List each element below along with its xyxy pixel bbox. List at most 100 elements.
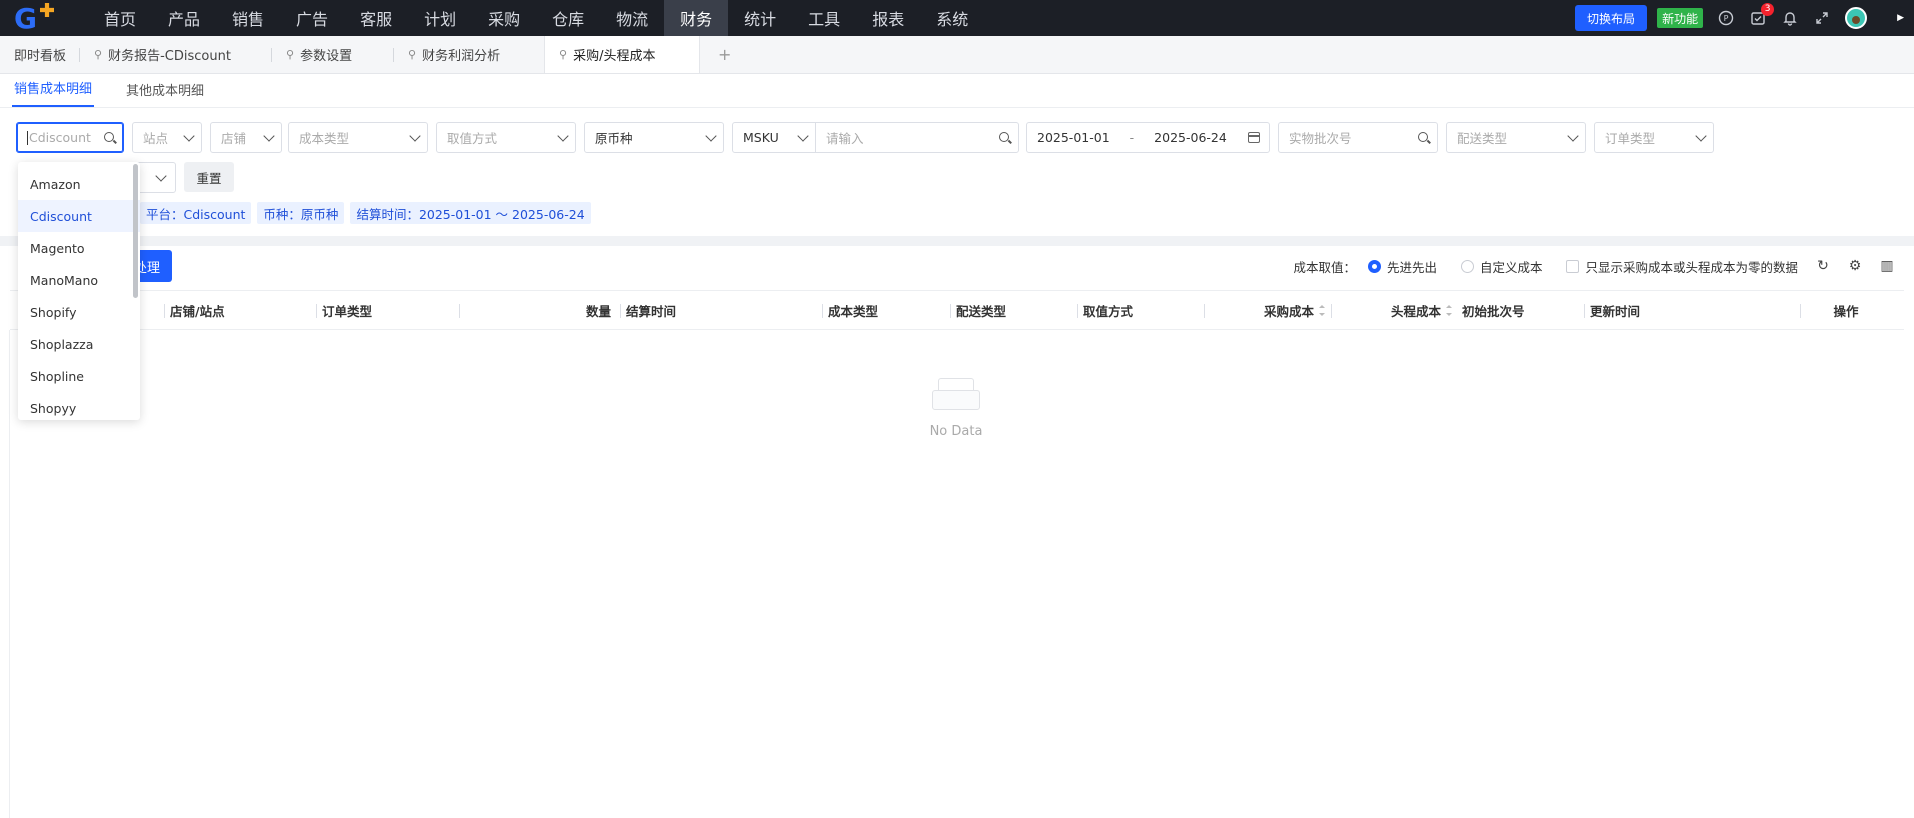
nav-finance[interactable]: 财务	[664, 0, 729, 36]
tab-dashboard[interactable]: 即时看板	[0, 36, 81, 73]
chevron-down-icon	[263, 130, 275, 142]
nav-purchase[interactable]: 采购	[472, 0, 536, 36]
app-logo[interactable]: G	[14, 3, 58, 33]
nav-ads[interactable]: 广告	[280, 0, 344, 36]
chevron-down-icon	[797, 130, 809, 142]
col-delivery-type: 配送类型	[949, 291, 1006, 329]
date-range-picker[interactable]: 2025-01-01 - 2025-06-24	[1026, 122, 1270, 153]
platform-select[interactable]: Cdiscount	[16, 122, 124, 153]
order-type-select[interactable]: 订单类型	[1594, 122, 1714, 153]
col-purchase-cost[interactable]: 采购成本	[1204, 291, 1326, 329]
notification-badge: 3	[1761, 3, 1775, 16]
platform-dropdown: Amazon Cdiscount Magento ManoMano Shopif…	[18, 162, 140, 420]
cost-label: 成本取值：	[1293, 259, 1356, 275]
chevron-down-icon	[155, 170, 167, 182]
pin-icon: ⚲	[286, 48, 295, 61]
col-purchase-cost-label: 采购成本	[1263, 303, 1314, 319]
nav-reports[interactable]: 报表	[856, 0, 920, 36]
reset-button[interactable]: 重置	[184, 162, 234, 192]
chevron-down-icon	[1567, 130, 1579, 142]
task-icon[interactable]: 3	[1749, 3, 1775, 27]
nav-right: 切换布局 新功能 P 3 ▶	[1575, 0, 1914, 36]
avatar[interactable]	[1845, 7, 1868, 29]
tag-currency[interactable]: 币种：原币种	[257, 202, 345, 224]
nav-logistics[interactable]: 物流	[600, 0, 664, 36]
main-panel: 销售成本明细 其他成本明细 Cdiscount 站点 店铺 成本类型 取值方式 …	[0, 74, 1914, 818]
nav-tools[interactable]: 工具	[792, 0, 856, 36]
chevron-down-icon	[183, 130, 195, 142]
shop-placeholder: 店铺	[221, 131, 247, 146]
tag-settle-date[interactable]: 结算时间：2025-01-01 ～ 2025-06-24	[350, 202, 591, 224]
active-filter-tags: 平台：Cdiscount 币种：原币种 结算时间：2025-01-01 ～ 20…	[140, 202, 597, 226]
radio-fifo[interactable]	[1367, 259, 1381, 273]
nav-stats[interactable]: 统计	[728, 0, 792, 36]
tag-platform[interactable]: 平台：Cdiscount	[140, 202, 252, 224]
subtab-other-cost[interactable]: 其他成本明细	[124, 80, 206, 107]
tab-label: 即时看板	[14, 49, 67, 64]
sku-type-select[interactable]: MSKU	[732, 122, 816, 153]
nav-plan[interactable]: 计划	[408, 0, 472, 36]
refresh-icon[interactable]: ↻	[1816, 259, 1830, 273]
sort-icon[interactable]	[1319, 304, 1326, 316]
sort-icon[interactable]	[1446, 304, 1453, 316]
option-cdiscount[interactable]: Cdiscount	[18, 200, 140, 232]
option-shopyy[interactable]: Shopyy	[18, 392, 140, 420]
zero-cost-checkbox-label[interactable]: 只显示采购成本或头程成本为零的数据	[1585, 257, 1798, 276]
nav-warehouse[interactable]: 仓库	[536, 0, 600, 36]
sku-type-value: MSKU	[743, 130, 779, 145]
subtab-sales-cost[interactable]: 销售成本明细	[12, 78, 95, 107]
radio-custom[interactable]	[1460, 259, 1474, 273]
col-order-type: 订单类型	[315, 291, 372, 329]
value-method-placeholder: 取值方式	[447, 131, 498, 146]
search-icon	[999, 132, 1009, 142]
nav-service[interactable]: 客服	[344, 0, 408, 36]
option-shopline[interactable]: Shopline	[18, 360, 140, 392]
add-tab-button[interactable]: +	[700, 36, 749, 73]
bell-icon[interactable]	[1781, 9, 1799, 27]
chevron-down-icon	[409, 130, 421, 142]
table-header: 店铺/站点 订单类型 数量 结算时间 成本类型 配送类型 取值方式 采购成本 头…	[10, 290, 1904, 330]
delivery-type-select[interactable]: 配送类型	[1446, 122, 1586, 153]
chevron-down-icon	[1695, 130, 1707, 142]
currency-select[interactable]: 原币种	[584, 122, 724, 153]
batch-input[interactable]: 实物批次号	[1278, 122, 1438, 153]
new-feature-button[interactable]: 新功能	[1657, 8, 1704, 28]
tab-params[interactable]: ⚲ 参数设置	[272, 36, 395, 73]
radio-fifo-label[interactable]: 先进先出	[1387, 257, 1437, 276]
delivery-type-placeholder: 配送类型	[1457, 131, 1508, 146]
columns-icon[interactable]: ▥	[1880, 259, 1894, 273]
order-type-placeholder: 订单类型	[1605, 131, 1656, 146]
option-manomano[interactable]: ManoMano	[18, 264, 140, 296]
dropdown-scrollbar[interactable]	[133, 164, 138, 298]
cost-type-select[interactable]: 成本类型	[288, 122, 428, 153]
tab-finance-report[interactable]: ⚲ 财务报告-CDiscount	[80, 36, 273, 73]
switch-layout-button[interactable]: 切换布局	[1575, 5, 1648, 31]
nav-product[interactable]: 产品	[152, 0, 216, 36]
site-select[interactable]: 站点	[132, 122, 202, 153]
value-method-select[interactable]: 取值方式	[436, 122, 576, 153]
empty-state: No Data	[900, 374, 1012, 439]
col-first-leg-cost[interactable]: 头程成本	[1331, 291, 1453, 329]
sku-input[interactable]: 请输入	[815, 122, 1019, 153]
option-magento[interactable]: Magento	[18, 232, 140, 264]
tab-profit-analysis[interactable]: ⚲ 财务利润分析	[394, 36, 544, 73]
nav-home[interactable]: 首页	[88, 0, 152, 36]
top-nav: G 首页 产品 销售 广告 客服 计划 采购 仓库 物流 财务 统计 工具 报表…	[0, 0, 1914, 36]
tab-purchase-cost[interactable]: ⚲ 采购/头程成本	[544, 36, 701, 73]
page-tabs: 即时看板 ⚲ 财务报告-CDiscount ⚲ 参数设置 ⚲ 财务利润分析 ⚲ …	[0, 36, 1914, 74]
col-qty: 数量	[459, 291, 611, 329]
help-icon[interactable]: P	[1717, 9, 1735, 27]
option-shoplazza[interactable]: Shoplazza	[18, 328, 140, 360]
cost-type-placeholder: 成本类型	[299, 131, 350, 146]
radio-custom-label[interactable]: 自定义成本	[1480, 257, 1543, 276]
option-amazon[interactable]: Amazon	[18, 168, 140, 200]
zero-cost-checkbox[interactable]	[1566, 259, 1580, 273]
option-shopify[interactable]: Shopify	[18, 296, 140, 328]
caret-right-icon[interactable]: ▶	[1897, 13, 1904, 23]
fullscreen-icon[interactable]	[1813, 9, 1831, 27]
gear-icon[interactable]: ⚙	[1848, 259, 1862, 273]
nav-sales[interactable]: 销售	[216, 0, 280, 36]
tab-label: 参数设置	[300, 49, 353, 64]
shop-select[interactable]: 店铺	[210, 122, 282, 153]
nav-system[interactable]: 系统	[920, 0, 984, 36]
